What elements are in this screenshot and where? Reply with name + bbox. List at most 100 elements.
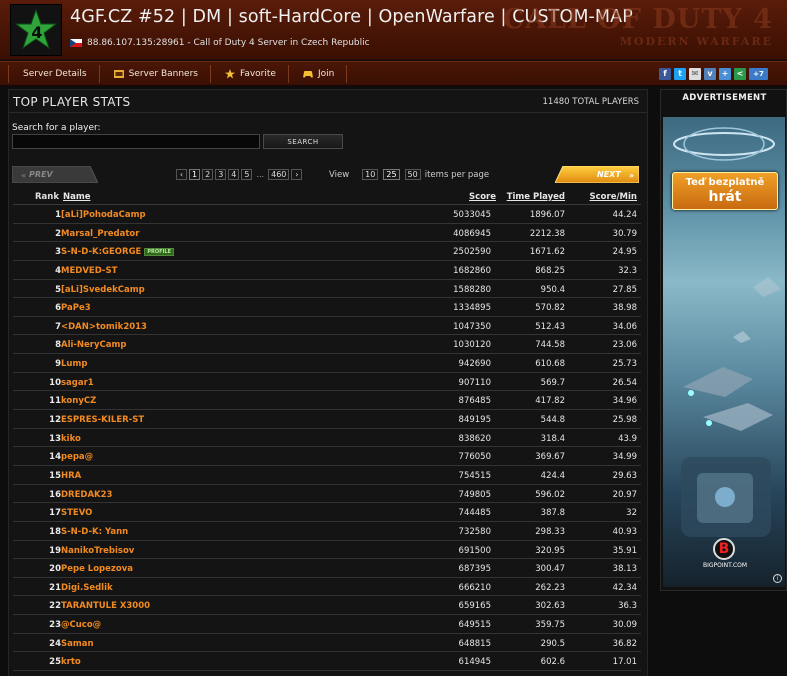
time-played-cell: 744.58 — [535, 340, 565, 350]
score-per-min-cell-text: 43.9 — [618, 433, 637, 444]
score-cell: 4086945 — [453, 229, 491, 239]
col-spm-header[interactable]: Score/Min — [590, 192, 638, 202]
player-name-link[interactable]: Lump — [61, 359, 87, 369]
player-name-link[interactable]: Ali-NeryCamp — [61, 340, 126, 350]
time-played-cell: 512.43 — [535, 322, 565, 332]
col-time-header[interactable]: Time Played — [507, 192, 565, 202]
ad-publisher-name: BIGPOINT.COM — [703, 562, 748, 569]
search-button[interactable]: SEARCH — [263, 134, 343, 149]
per-page-option[interactable]: 50 — [404, 169, 421, 180]
player-name-link[interactable]: [aLi]SvedekCamp — [61, 285, 145, 295]
col-name-header[interactable]: Name — [63, 192, 90, 202]
page-link[interactable]: 1 — [189, 169, 201, 180]
score-per-min-cell-text: 35.91 — [612, 545, 637, 556]
more-share-button[interactable]: +7 — [749, 68, 768, 80]
score-per-min-cell: 27.85 — [613, 285, 637, 295]
per-page-option[interactable]: 10 — [362, 169, 379, 180]
player-name-link[interactable]: NanikoTrebisov — [61, 546, 134, 556]
prev-page-button[interactable]: « PREV — [11, 165, 99, 184]
player-name-link[interactable]: DREDAK23 — [61, 490, 112, 500]
share-icon[interactable]: < — [734, 68, 746, 80]
player-name-link[interactable]: PaPe3 — [61, 303, 91, 313]
star-4-logo-icon: 4 — [14, 8, 58, 50]
nav-join[interactable]: Join — [289, 65, 348, 83]
rank-cell: 17 — [49, 508, 61, 518]
page-link-last[interactable]: 460 — [268, 169, 290, 180]
ad-title: ADVERTISEMENT — [682, 93, 767, 103]
player-name-link[interactable]: konyCZ — [61, 396, 96, 406]
col-score-header[interactable]: Score — [469, 192, 496, 202]
pager-prev-arrow[interactable]: ‹ — [176, 169, 187, 180]
player-name-link[interactable]: Pepe Lopezova — [61, 564, 133, 574]
table-row: 14 pepa@ 776050 369.67 34.99 — [13, 447, 641, 466]
score-per-min-cell-text: 32.3 — [618, 265, 637, 276]
time-played-cell-text: 610.68 — [535, 359, 565, 370]
score-per-min-cell: 38.13 — [613, 564, 637, 574]
page-ellipsis: ... — [256, 170, 265, 179]
player-name-link[interactable]: STEVO — [61, 508, 92, 518]
email-icon[interactable]: ✉ — [689, 68, 701, 80]
score-per-min-cell: 23.06 — [613, 340, 637, 350]
time-played-cell: 302.63 — [535, 601, 565, 611]
player-name-link[interactable]: pepa@ — [61, 452, 93, 462]
player-name-link[interactable]: TARANTULE X3000 — [61, 601, 150, 611]
rank-cell-text: 21 — [49, 582, 61, 593]
player-name-link[interactable]: MEDVED-ST — [61, 266, 117, 276]
score-cell: 1030120 — [453, 340, 491, 350]
score-cell-text: 744485 — [458, 508, 491, 519]
game-logo: CALL OF DUTY 4 MODERN WARFARE — [502, 4, 773, 49]
player-name-link[interactable]: HRA — [61, 471, 81, 481]
player-name-link[interactable]: kiko — [61, 434, 81, 444]
player-name-link[interactable]: sagar1 — [61, 378, 94, 388]
pagination: ‹ 1 2 3 4 5 ... 460 › — [176, 169, 303, 180]
player-name-link[interactable]: <DAN>tomik2013 — [61, 322, 147, 332]
game-logo-title: CALL OF DUTY 4 — [502, 4, 773, 35]
bookmark-icon[interactable]: + — [719, 68, 731, 80]
player-name-link[interactable]: Digi.Sedlik — [61, 583, 113, 593]
rank-cell: 19 — [49, 546, 61, 556]
player-name-link[interactable]: S-N-D-K:GEORGE PROFILE — [61, 247, 175, 257]
player-name-link[interactable]: S-N-D-K: Yann — [61, 527, 128, 537]
player-name-link[interactable]: krto — [61, 657, 81, 667]
ad-banner[interactable]: Teď bezplatně hrát B BIGPOINT.COM i — [663, 117, 785, 587]
nav-server-banners[interactable]: Server Banners — [100, 65, 211, 83]
facebook-icon[interactable]: f — [659, 68, 671, 80]
score-per-min-cell-text: 17.01 — [612, 657, 637, 668]
player-search-input[interactable] — [12, 134, 260, 149]
score-cell: 876485 — [459, 396, 491, 406]
score-per-min-cell: 32.3 — [618, 266, 637, 276]
site-logo[interactable]: 4 — [10, 4, 62, 56]
page-link[interactable]: 4 — [228, 169, 240, 180]
score-per-min-cell: 25.98 — [613, 415, 637, 425]
share-buttons: f t ✉ v + < +7 — [659, 68, 768, 80]
player-name-link[interactable]: Saman — [61, 639, 94, 649]
rank-cell-text: 19 — [49, 545, 61, 556]
nav-favorite[interactable]: Favorite — [211, 65, 289, 83]
rank-cell-text: 23 — [49, 620, 61, 631]
score-cell: 749805 — [459, 490, 491, 500]
ad-info-icon[interactable]: i — [773, 574, 782, 583]
player-name-link[interactable]: ESPRES-KILER-ST — [61, 415, 144, 425]
table-row: 9 Lump 942690 610.68 25.73 — [13, 354, 641, 373]
rank-cell: 11 — [49, 396, 61, 406]
player-name-link[interactable]: [aLi]PohodaCamp — [61, 210, 146, 220]
player-name-link[interactable]: Marsal_Predator — [61, 229, 139, 239]
page-link[interactable]: 5 — [241, 169, 253, 180]
per-page-option[interactable]: 25 — [383, 169, 400, 180]
nav-server-details[interactable]: Server Details — [9, 65, 100, 83]
score-cell-text: 4086945 — [453, 228, 491, 239]
page-link[interactable]: 3 — [215, 169, 227, 180]
score-cell: 838620 — [459, 434, 491, 444]
score-per-min-cell: 20.97 — [613, 490, 637, 500]
table-row: 10 sagar1 907110 569.7 26.54 — [13, 373, 641, 392]
vk-icon[interactable]: v — [704, 68, 716, 80]
next-page-button[interactable]: » NEXT — [554, 165, 640, 184]
pager-next-arrow[interactable]: › — [291, 169, 303, 180]
score-per-min-cell-text: 36.82 — [612, 638, 637, 649]
player-name-link-text: [aLi]SvedekCamp — [61, 284, 145, 295]
player-name-link[interactable]: @Cuco@ — [61, 620, 101, 630]
page-link[interactable]: 2 — [202, 169, 214, 180]
profile-badge[interactable]: PROFILE — [144, 248, 175, 257]
table-row: 4 MEDVED-ST 1682860 868.25 32.3 — [13, 261, 641, 280]
twitter-icon[interactable]: t — [674, 68, 686, 80]
